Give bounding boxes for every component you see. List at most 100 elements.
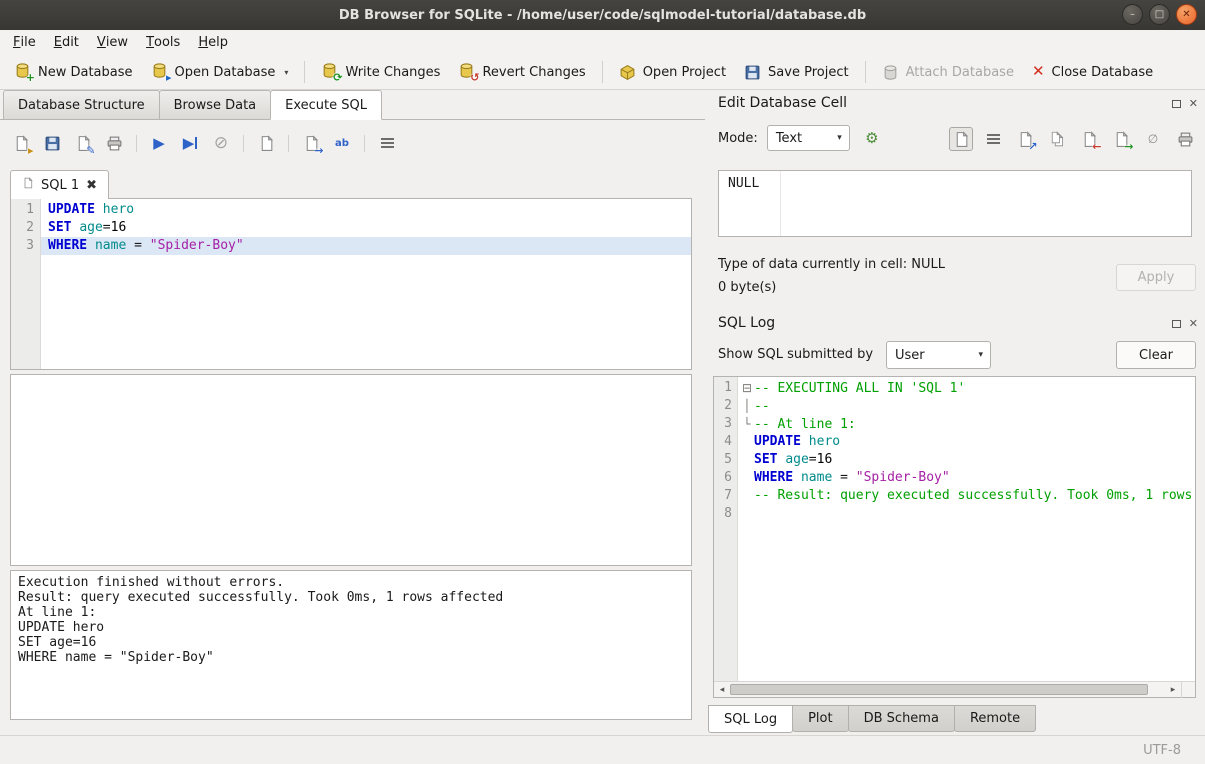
menu-help[interactable]: Help xyxy=(189,30,237,55)
mode-label: Mode: xyxy=(718,131,758,146)
close-dock-icon[interactable]: ✕ xyxy=(1189,98,1198,109)
revert-changes-icon: ↺ xyxy=(458,62,475,83)
title-bar: DB Browser for SQLite - /home/user/code/… xyxy=(0,0,1205,30)
export-data-icon: → xyxy=(1113,131,1130,148)
minimize-button[interactable]: – xyxy=(1122,4,1143,25)
execute-all-button[interactable]: ▶ xyxy=(146,130,172,156)
line-number: 1 xyxy=(714,379,738,397)
mode-select[interactable]: Text ▾ xyxy=(767,125,850,151)
print-button[interactable] xyxy=(101,130,127,156)
close-tab-icon[interactable]: ✖ xyxy=(86,178,97,193)
open-results-button[interactable] xyxy=(253,130,279,156)
open-in-editor-icon: ↗ xyxy=(1017,131,1034,148)
import-data-icon: ← xyxy=(1081,131,1098,148)
execute-all-icon: ▶ xyxy=(153,136,165,151)
left-panel: Database StructureBrowse DataExecute SQL… xyxy=(0,90,705,735)
new-database-button[interactable]: +New Database xyxy=(6,58,141,87)
open-in-editor-button[interactable]: ↗ xyxy=(1013,127,1037,151)
toolbar-separator xyxy=(243,135,244,152)
open-project-label: Open Project xyxy=(643,65,726,80)
sql-file-icon xyxy=(22,177,34,193)
print-icon xyxy=(1177,131,1194,148)
dock-tab-remote[interactable]: Remote xyxy=(954,705,1036,732)
cell-editor[interactable]: NULL xyxy=(718,170,1192,237)
print-button[interactable] xyxy=(1173,127,1197,151)
execute-line-button[interactable]: ▶ xyxy=(177,130,203,156)
toolbar-separator xyxy=(865,61,866,83)
print-icon xyxy=(106,135,123,152)
code-line: 2│-- xyxy=(714,397,1195,415)
open-database-button[interactable]: ▸Open Database▾ xyxy=(143,58,297,87)
tab-browse-data[interactable]: Browse Data xyxy=(159,90,272,119)
results-grid[interactable] xyxy=(10,374,692,566)
word-wrap-button[interactable] xyxy=(374,130,400,156)
menu-view[interactable]: View xyxy=(88,30,137,55)
maximize-button[interactable]: □ xyxy=(1149,4,1170,25)
revert-changes-label: Revert Changes xyxy=(482,65,585,80)
code-line: 3WHERE name = "Spider-Boy" xyxy=(11,237,691,255)
dock-tab-db-schema[interactable]: DB Schema xyxy=(848,705,955,732)
log-horizontal-scrollbar[interactable]: ◂ ▸ xyxy=(714,681,1195,697)
attach-database-label: Attach Database xyxy=(906,65,1014,80)
text-mode-button[interactable] xyxy=(949,127,973,151)
stop-button[interactable]: ⊘ xyxy=(208,130,234,156)
line-number: 2 xyxy=(11,219,41,237)
scroll-left-icon[interactable]: ◂ xyxy=(714,682,730,698)
open-project-button[interactable]: Open Project xyxy=(611,60,734,85)
dock-tab-sql-log[interactable]: SQL Log xyxy=(708,705,793,733)
open-database-label: Open Database xyxy=(175,65,276,80)
edit-cell-toolbar: ↗ ← → ∅ xyxy=(949,125,1197,153)
close-dock-icon[interactable]: ✕ xyxy=(1189,318,1198,329)
set-null-button[interactable]: ∅ xyxy=(1141,127,1165,151)
sql-editor[interactable]: 1UPDATE hero2SET age=163WHERE name = "Sp… xyxy=(10,198,692,370)
tab-execute-sql[interactable]: Execute SQL xyxy=(270,90,382,120)
save-as-button[interactable]: ✎ xyxy=(70,130,96,156)
import-data-button[interactable]: ← xyxy=(1077,127,1101,151)
copy-cell-button[interactable] xyxy=(1045,127,1069,151)
write-changes-icon: ⟳ xyxy=(321,62,338,83)
scroll-right-icon[interactable]: ▸ xyxy=(1165,682,1181,698)
menu-file[interactable]: File xyxy=(4,30,45,55)
save-project-button[interactable]: Save Project xyxy=(736,60,857,85)
open-results-icon xyxy=(258,135,275,152)
log-filter-label: Show SQL submitted by xyxy=(718,347,873,362)
sql-tab[interactable]: SQL 1 ✖ xyxy=(10,170,109,199)
close-window-button[interactable]: ✕ xyxy=(1176,4,1197,25)
revert-changes-button[interactable]: ↺ Revert Changes xyxy=(450,58,593,87)
clear-button[interactable]: Clear xyxy=(1116,341,1196,369)
export-button[interactable]: → xyxy=(298,130,324,156)
close-database-button[interactable]: ✕Close Database xyxy=(1024,60,1161,84)
float-dock-icon[interactable] xyxy=(1172,320,1181,328)
text-mode-icon xyxy=(953,131,970,148)
menu-edit[interactable]: Edit xyxy=(45,30,88,55)
save-sql-file-button[interactable] xyxy=(39,130,65,156)
code-text: UPDATE hero xyxy=(738,433,1195,451)
dock-tab-bar: SQL LogPlotDB SchemaRemote xyxy=(708,705,1035,733)
open-sql-file-button[interactable]: ▸ xyxy=(8,130,34,156)
status-bar: UTF-8 xyxy=(0,735,1205,764)
justify-button[interactable] xyxy=(981,127,1005,151)
sql-log-view[interactable]: 1⊟-- EXECUTING ALL IN 'SQL 1'2│--3└-- At… xyxy=(713,376,1196,698)
log-filter-select[interactable]: User ▾ xyxy=(886,341,991,369)
save-sql-file-icon xyxy=(44,135,61,152)
float-dock-icon[interactable] xyxy=(1172,100,1181,108)
right-panel: Edit Database Cell ✕ Mode: Text ▾ ⚙ ↗←→∅… xyxy=(705,90,1205,735)
dropdown-arrow-icon[interactable]: ▾ xyxy=(284,68,288,77)
menu-tools[interactable]: Tools xyxy=(137,30,189,55)
mode-row: Mode: Text ▾ ⚙ xyxy=(718,124,885,152)
find-replace-button[interactable]: ab xyxy=(329,130,355,156)
mode-value: Text xyxy=(776,131,802,146)
write-changes-button[interactable]: ⟳Write Changes xyxy=(313,58,448,87)
line-number: 6 xyxy=(714,469,738,487)
line-number: 1 xyxy=(11,201,41,219)
apply-button[interactable]: Apply xyxy=(1116,264,1196,291)
export-data-button[interactable]: → xyxy=(1109,127,1133,151)
tab-database-structure[interactable]: Database Structure xyxy=(3,90,160,119)
scrollbar-corner xyxy=(1181,682,1195,698)
dock-tab-plot[interactable]: Plot xyxy=(792,705,849,732)
line-number: 4 xyxy=(714,433,738,451)
fold-marker[interactable]: ⊟ xyxy=(740,379,754,397)
cell-settings-button[interactable]: ⚙ xyxy=(859,125,885,151)
scroll-thumb[interactable] xyxy=(730,684,1148,695)
cell-type-info: Type of data currently in cell: NULL xyxy=(718,257,945,272)
